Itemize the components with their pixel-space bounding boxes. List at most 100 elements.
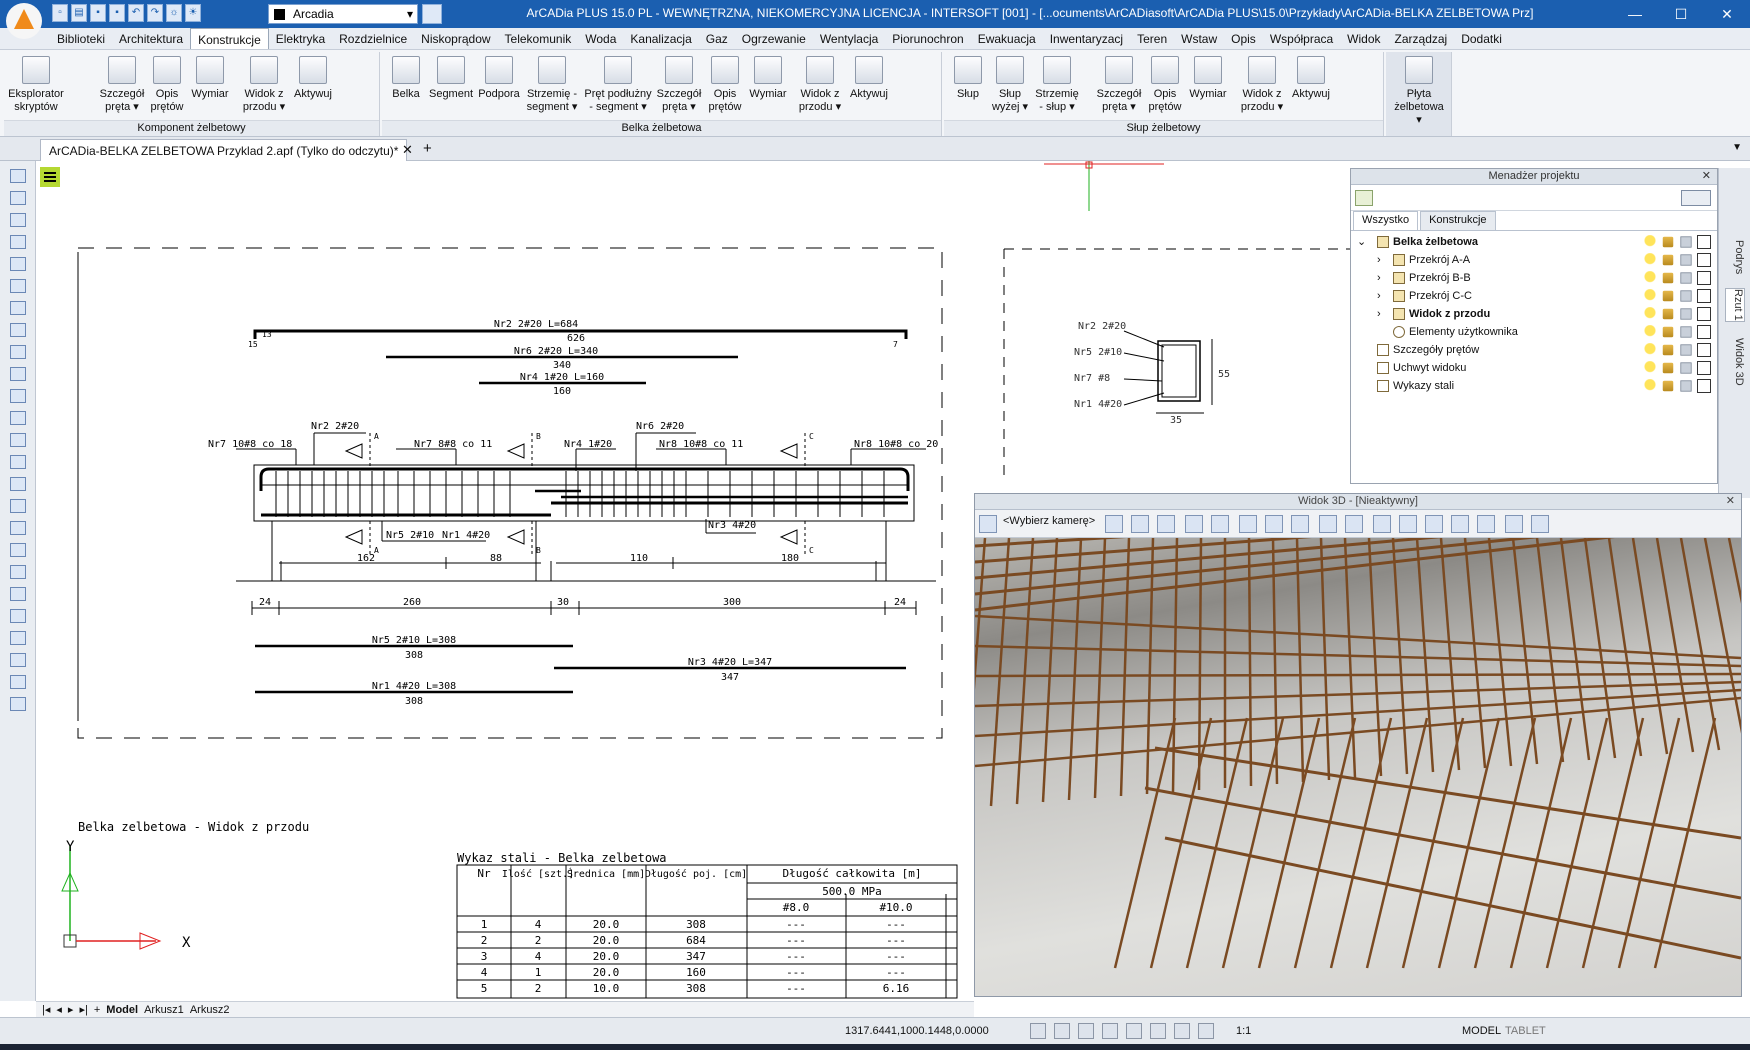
print-icon[interactable] <box>1680 308 1692 320</box>
tree-item[interactable]: Szczegóły prętów <box>1351 341 1717 359</box>
mode-tablet[interactable]: TABLET <box>1505 1025 1546 1037</box>
lock-icon[interactable] <box>1662 308 1674 320</box>
wymiar-belka-button[interactable]: Wymiar <box>746 56 790 101</box>
aktywuj-slup-button[interactable]: Aktywuj <box>1288 56 1334 101</box>
lock-icon[interactable] <box>1662 272 1674 284</box>
zoom-extents-icon[interactable] <box>1131 515 1149 533</box>
checkbox-icon[interactable] <box>1697 325 1711 339</box>
tab-arkusz2[interactable]: Arkusz2 <box>190 1004 230 1016</box>
checkbox-icon[interactable] <box>1697 271 1711 285</box>
save-icon[interactable]: ▪ <box>90 4 106 22</box>
visibility-icon[interactable] <box>1643 379 1657 393</box>
eksplorator-skryptow-button[interactable]: Eksplorator skryptów <box>8 56 64 114</box>
visibility-icon[interactable] <box>1643 271 1657 285</box>
point-icon[interactable] <box>9 565 26 579</box>
export-icon[interactable] <box>1373 515 1391 533</box>
lock-icon[interactable] <box>1662 236 1674 248</box>
walk-icon[interactable] <box>1291 515 1309 533</box>
print-icon[interactable] <box>1680 380 1692 392</box>
rotate-3d-icon[interactable] <box>1505 515 1523 533</box>
scale-label[interactable]: 1:1 <box>1236 1025 1251 1037</box>
tab-widok[interactable]: Widok <box>1340 28 1387 49</box>
szczegol-preta-button[interactable]: Szczegół pręta ▾ <box>96 56 148 114</box>
settings-3d-icon[interactable] <box>1425 515 1443 533</box>
visibility-icon[interactable] <box>1643 343 1657 357</box>
tab-telekomunikacja[interactable]: Telekomunik <box>498 28 579 49</box>
pret-podluzny-button[interactable]: Pręt podłużny - segment ▾ <box>582 56 654 114</box>
ellipse-icon[interactable] <box>9 653 26 667</box>
tab-wszystko[interactable]: Wszystko <box>1353 211 1419 230</box>
orbit-icon[interactable] <box>1185 515 1203 533</box>
section-3d-icon[interactable] <box>1319 515 1337 533</box>
grid-icon[interactable] <box>9 279 26 293</box>
undo-icon[interactable]: ↶ <box>128 4 144 22</box>
checkbox-icon[interactable] <box>1697 307 1711 321</box>
window-icon[interactable] <box>9 301 26 315</box>
snap-icon[interactable] <box>9 323 26 337</box>
tree-item[interactable]: Elementy użytkownika <box>1351 323 1717 341</box>
select-icon[interactable] <box>9 235 26 249</box>
fly-icon[interactable] <box>1265 515 1283 533</box>
lock-icon[interactable] <box>1662 326 1674 338</box>
text-icon[interactable] <box>9 697 26 711</box>
esnap-toggle-icon[interactable] <box>1126 1023 1142 1039</box>
new-tab-icon[interactable]: + <box>423 140 432 157</box>
widok-z-przodu-belka-button[interactable]: Widok z przodu ▾ <box>796 56 844 114</box>
visibility-icon[interactable] <box>1643 235 1657 249</box>
visibility-icon[interactable] <box>1643 289 1657 303</box>
zoom-window-icon[interactable] <box>9 389 26 403</box>
tab-teren[interactable]: Teren <box>1130 28 1174 49</box>
tab-niskopradowe[interactable]: Niskoprądow <box>414 28 497 49</box>
layer-select[interactable]: Arcadia <box>268 4 418 24</box>
snap-toggle-icon[interactable] <box>1030 1023 1046 1039</box>
checkbox-icon[interactable] <box>1697 379 1711 393</box>
tab-ewakuacja[interactable]: Ewakuacja <box>971 28 1043 49</box>
checkbox-icon[interactable] <box>1697 253 1711 267</box>
measure-icon[interactable] <box>9 455 26 469</box>
tree-item[interactable]: › Przekrój A-A <box>1351 251 1717 269</box>
close-tab-icon[interactable]: ✕ <box>402 142 413 158</box>
tab-woda[interactable]: Woda <box>578 28 623 49</box>
tab-rozdzielnice[interactable]: Rozdzielnice <box>332 28 414 49</box>
material-icon[interactable] <box>9 257 26 271</box>
ortho-toggle-icon[interactable] <box>1078 1023 1094 1039</box>
aktywuj-belka-button[interactable]: Aktywuj <box>846 56 892 101</box>
quick-props-icon[interactable] <box>1198 1023 1214 1039</box>
wymiar-button[interactable]: Wymiar <box>188 56 232 101</box>
close-3d-icon[interactable]: ✕ <box>1726 494 1735 509</box>
section-drawing[interactable]: Nr2 2#20 Nr5 2#10 Nr7 #8 Nr1 4#20 35 55 <box>974 161 1350 487</box>
tab-kanalizacja[interactable]: Kanalizacja <box>623 28 698 49</box>
checkbox-icon[interactable] <box>1697 361 1711 375</box>
polyline-icon[interactable] <box>9 543 26 557</box>
tree-item[interactable]: ⌄ Belka żelbetowa <box>1351 233 1717 251</box>
tab-model[interactable]: Model <box>106 1004 138 1016</box>
layers-icon[interactable] <box>9 191 26 205</box>
tree-item[interactable]: › Widok z przodu <box>1351 305 1717 323</box>
opis-pretow-belka-button[interactable]: Opis prętów <box>704 56 746 114</box>
strzemie-segment-button[interactable]: Strzemię - segment ▾ <box>524 56 580 114</box>
light-icon[interactable] <box>1105 515 1123 533</box>
tree-item[interactable]: Uchwyt widoku <box>1351 359 1717 377</box>
tab-wstaw[interactable]: Wstaw <box>1174 28 1224 49</box>
tab-ogrzewanie[interactable]: Ogrzewanie <box>735 28 813 49</box>
filter-dropdown-icon[interactable] <box>1681 190 1711 206</box>
tree-item[interactable]: Wykazy stali <box>1351 377 1717 395</box>
zoom-window-3d-icon[interactable] <box>1157 515 1175 533</box>
document-tab[interactable]: ArCADia-BELKA ZELBETOWA Przyklad 2.apf (… <box>40 139 408 161</box>
print-3d-icon[interactable] <box>1345 515 1363 533</box>
tab-konstrukcje-pm[interactable]: Konstrukcje <box>1420 211 1496 230</box>
aktywuj-button[interactable]: Aktywuj <box>290 56 336 101</box>
pan-icon[interactable] <box>9 411 26 425</box>
tab-elektryka[interactable]: Elektryka <box>269 28 332 49</box>
print-icon[interactable] <box>1680 326 1692 338</box>
move-icon[interactable] <box>1239 515 1257 533</box>
close-button[interactable]: ✕ <box>1704 0 1750 28</box>
plyta-zelbetowa-button[interactable]: Płyta żelbetowa ▾ <box>1390 56 1448 127</box>
next-sheet-icon[interactable]: ▸ <box>68 1003 74 1016</box>
lock-icon[interactable] <box>1662 380 1674 392</box>
grid-3d-icon[interactable] <box>1531 515 1549 533</box>
print-icon[interactable] <box>1680 254 1692 266</box>
visibility-icon[interactable] <box>1643 361 1657 375</box>
dynamic-input-icon[interactable] <box>1174 1023 1190 1039</box>
tab-wspolpraca[interactable]: Współpraca <box>1263 28 1340 49</box>
